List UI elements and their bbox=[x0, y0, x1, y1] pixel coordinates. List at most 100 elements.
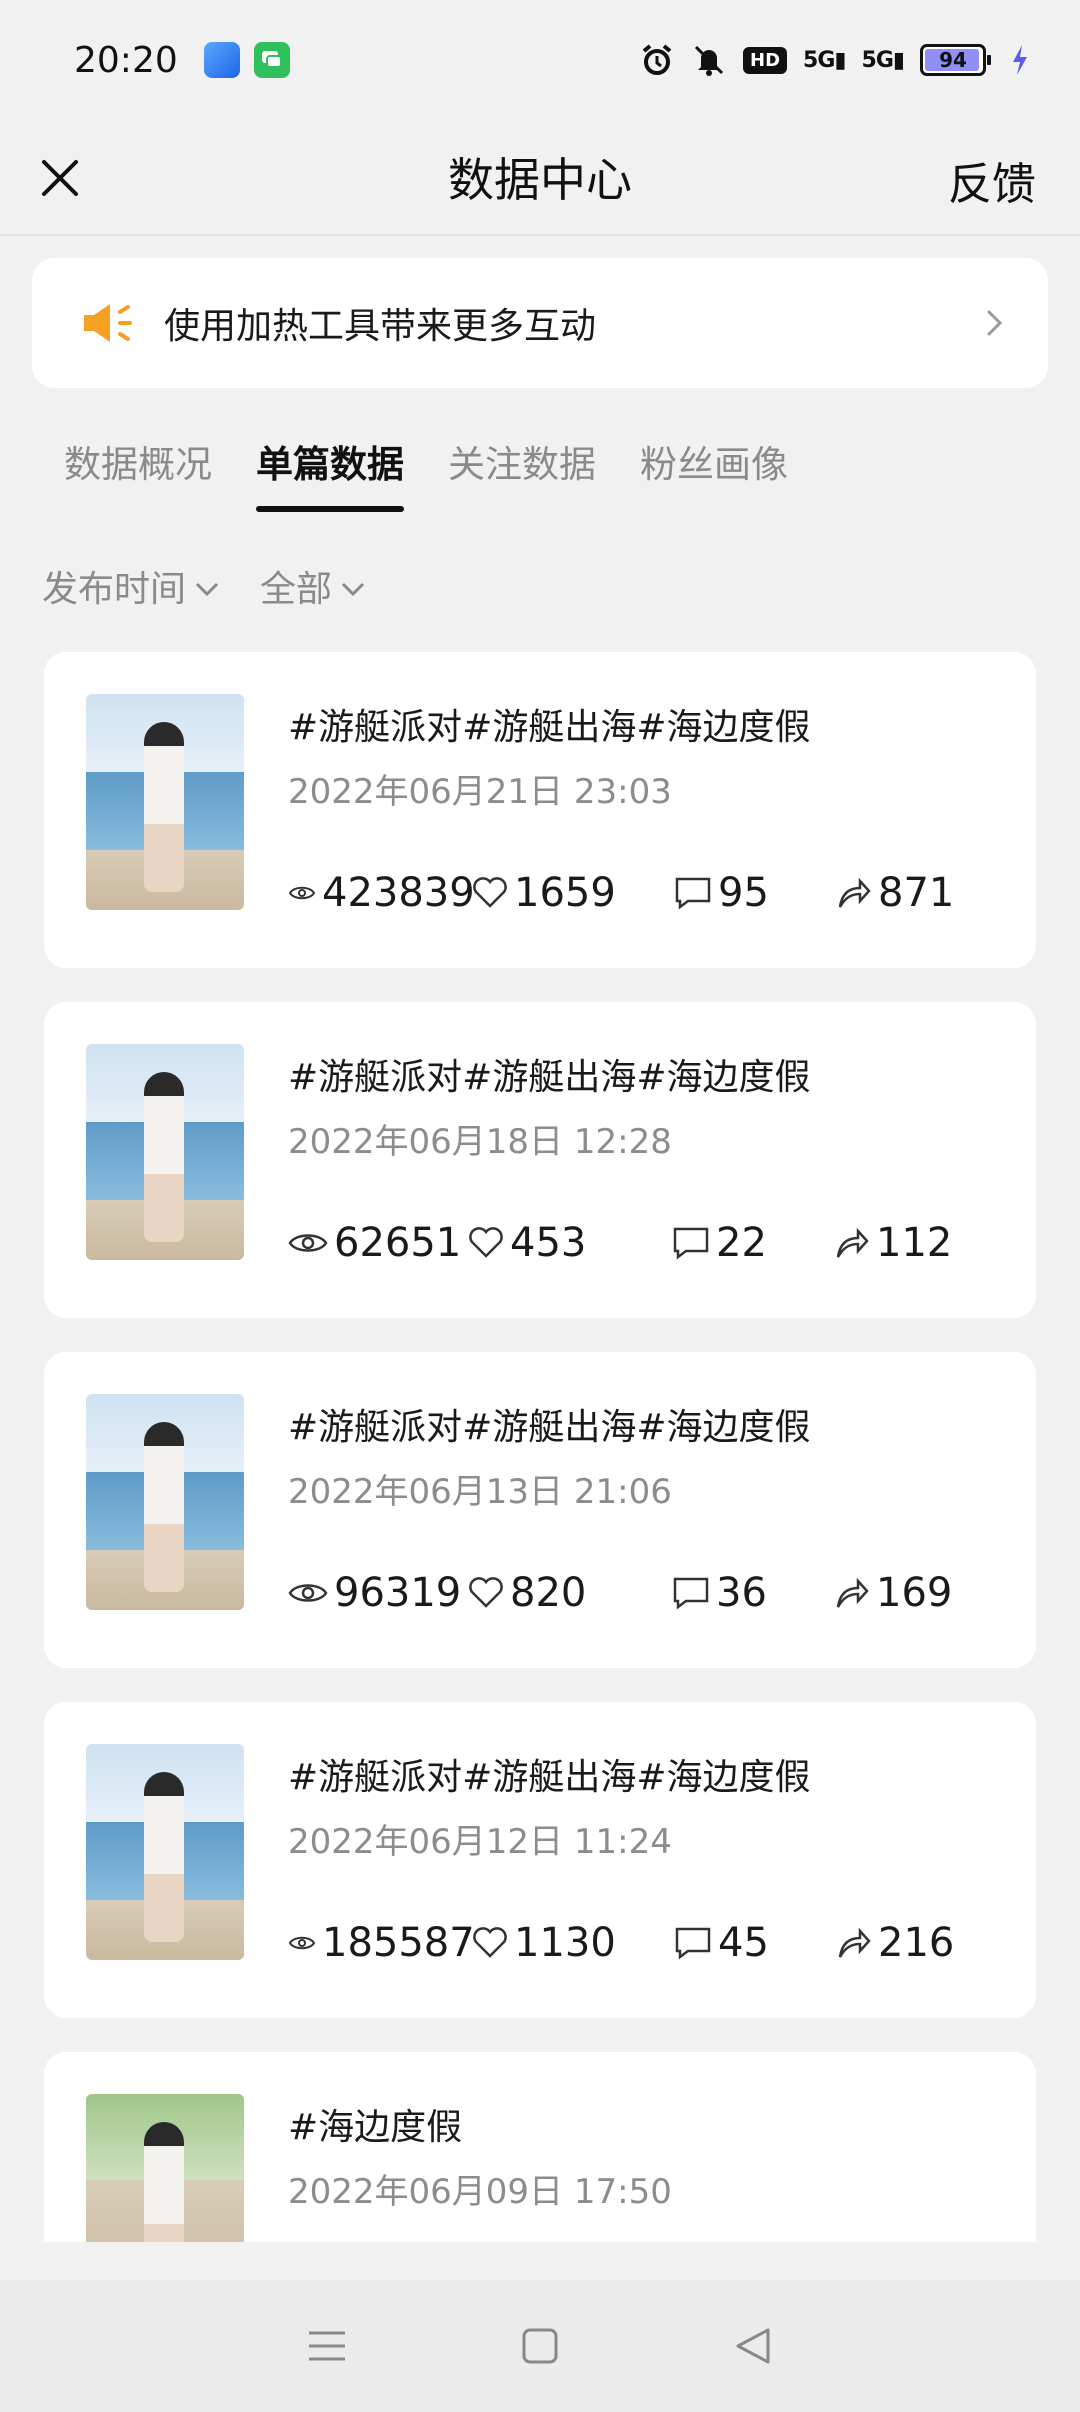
share-icon bbox=[834, 1227, 870, 1259]
chevron-right-icon bbox=[978, 303, 1010, 343]
page-title: 数据中心 bbox=[448, 153, 632, 207]
tab-single-post[interactable]: 单篇数据 bbox=[256, 430, 404, 524]
post-title: #游艇派对#游艇出海#海边度假 bbox=[288, 707, 811, 748]
banner-text: 使用加热工具带来更多互动 bbox=[164, 306, 597, 347]
back-icon[interactable] bbox=[723, 2316, 783, 2376]
post-list: #游艇派对#游艇出海#海边度假 2022年06月21日 23:03 423839… bbox=[44, 652, 1036, 2242]
post-stats: 96319 820 36 169 bbox=[288, 1570, 1008, 1620]
views-stat: 96319 bbox=[288, 1570, 461, 1616]
shares-count: 216 bbox=[878, 1920, 955, 1966]
eye-icon bbox=[288, 1229, 328, 1257]
likes-count: 1659 bbox=[514, 870, 616, 916]
tab-fan-profile[interactable]: 粉丝画像 bbox=[640, 430, 788, 524]
post-card[interactable]: #游艇派对#游艇出海#海边度假 2022年06月12日 11:24 185587… bbox=[44, 1702, 1036, 2018]
share-icon bbox=[836, 1927, 872, 1959]
post-thumbnail bbox=[86, 2094, 244, 2242]
comments-stat: 22 bbox=[672, 1220, 767, 1266]
filter-all[interactable]: 全部 bbox=[260, 560, 366, 612]
heart-icon bbox=[472, 1927, 508, 1959]
post-stats: 185587 1130 45 216 bbox=[288, 1920, 1008, 1970]
shares-count: 169 bbox=[876, 1570, 953, 1616]
hd-icon: HD bbox=[743, 46, 788, 74]
system-nav-bar bbox=[0, 2280, 1080, 2412]
comments-count: 22 bbox=[716, 1220, 767, 1266]
comments-stat: 36 bbox=[672, 1570, 767, 1616]
shares-stat: 169 bbox=[834, 1570, 952, 1616]
comments-stat: 95 bbox=[674, 870, 769, 916]
post-date: 2022年06月21日 23:03 bbox=[288, 772, 672, 812]
charging-icon bbox=[1002, 42, 1038, 78]
likes-stat: 453 bbox=[468, 1220, 586, 1266]
post-date: 2022年06月18日 12:28 bbox=[288, 1122, 672, 1162]
likes-stat: 1130 bbox=[472, 1920, 616, 1966]
chevron-down-icon bbox=[340, 566, 366, 607]
comment-icon bbox=[674, 876, 712, 910]
shares-stat: 871 bbox=[836, 870, 954, 916]
heart-icon bbox=[468, 1227, 504, 1259]
shares-count: 871 bbox=[878, 870, 955, 916]
likes-count: 453 bbox=[510, 1220, 587, 1266]
battery-level: 94 bbox=[939, 48, 967, 72]
promo-banner[interactable]: 使用加热工具带来更多互动 bbox=[32, 258, 1048, 388]
post-card[interactable]: #游艇派对#游艇出海#海边度假 2022年06月13日 21:06 96319 … bbox=[44, 1352, 1036, 1668]
filter-label: 发布时间 bbox=[42, 569, 187, 610]
tab-bar: 数据概况 单篇数据 关注数据 粉丝画像 bbox=[0, 430, 1080, 530]
eye-icon bbox=[288, 883, 316, 903]
tab-overview[interactable]: 数据概况 bbox=[64, 430, 212, 524]
eye-icon bbox=[288, 1579, 328, 1607]
share-icon bbox=[834, 1577, 870, 1609]
post-card[interactable]: #游艇派对#游艇出海#海边度假 2022年06月18日 12:28 62651 … bbox=[44, 1002, 1036, 1318]
post-title: #游艇派对#游艇出海#海边度假 bbox=[288, 1407, 811, 1448]
post-thumbnail bbox=[86, 694, 244, 910]
shares-stat: 216 bbox=[836, 1920, 954, 1966]
close-icon[interactable] bbox=[28, 146, 92, 210]
views-count: 96319 bbox=[334, 1570, 462, 1616]
eye-icon bbox=[288, 1933, 316, 1953]
status-icons: HD 5G▮ 5G▮ 94 bbox=[639, 42, 1038, 78]
views-stat: 62651 bbox=[288, 1220, 461, 1266]
filter-publish-time[interactable]: 发布时间 bbox=[42, 560, 220, 612]
post-stats: 423839 1659 95 871 bbox=[288, 870, 1008, 920]
comments-count: 36 bbox=[716, 1570, 767, 1616]
home-icon[interactable] bbox=[510, 2316, 570, 2376]
views-stat: 185587 bbox=[288, 1920, 475, 1966]
likes-count: 820 bbox=[510, 1570, 587, 1616]
views-count: 185587 bbox=[322, 1920, 475, 1966]
heart-icon bbox=[472, 877, 508, 909]
signal-5g-icon: 5G▮ bbox=[803, 47, 846, 73]
comment-icon bbox=[672, 1226, 710, 1260]
status-time: 20:20 bbox=[74, 39, 178, 81]
speaker-icon bbox=[80, 293, 140, 353]
mute-icon bbox=[691, 42, 727, 78]
comment-icon bbox=[674, 1926, 712, 1960]
app-notification-icon bbox=[203, 42, 240, 78]
post-card[interactable]: #游艇派对#游艇出海#海边度假 2022年06月21日 23:03 423839… bbox=[44, 652, 1036, 968]
tab-follow-data[interactable]: 关注数据 bbox=[448, 430, 596, 524]
alarm-icon bbox=[639, 42, 675, 78]
menu-icon[interactable] bbox=[297, 2316, 357, 2376]
filter-bar: 发布时间 全部 bbox=[42, 560, 366, 612]
shares-stat: 112 bbox=[834, 1220, 952, 1266]
heart-icon bbox=[468, 1577, 504, 1609]
post-thumbnail bbox=[86, 1044, 244, 1260]
notification-icons bbox=[203, 42, 290, 78]
post-card[interactable]: #海边度假 2022年06月09日 17:50 bbox=[44, 2052, 1036, 2242]
post-date: 2022年06月12日 11:24 bbox=[288, 1822, 672, 1862]
chat-notification-icon bbox=[253, 42, 290, 78]
shares-count: 112 bbox=[876, 1220, 953, 1266]
likes-stat: 1659 bbox=[472, 870, 616, 916]
likes-count: 1130 bbox=[514, 1920, 616, 1966]
post-thumbnail bbox=[86, 1744, 244, 1960]
status-bar: 20:20 HD 5G▮ 5G▮ 94 bbox=[0, 0, 1080, 120]
share-icon bbox=[836, 877, 872, 909]
views-count: 62651 bbox=[334, 1220, 462, 1266]
comments-stat: 45 bbox=[674, 1920, 769, 1966]
post-title: #海边度假 bbox=[288, 2107, 463, 2148]
battery-icon: 94 bbox=[920, 44, 991, 76]
post-title: #游艇派对#游艇出海#海边度假 bbox=[288, 1757, 811, 1798]
comments-count: 45 bbox=[718, 1920, 769, 1966]
signal-5g-icon: 5G▮ bbox=[861, 47, 905, 73]
feedback-button[interactable]: 反馈 bbox=[948, 148, 1036, 212]
post-stats: 62651 453 22 112 bbox=[288, 1220, 1008, 1270]
chevron-down-icon bbox=[194, 566, 220, 607]
